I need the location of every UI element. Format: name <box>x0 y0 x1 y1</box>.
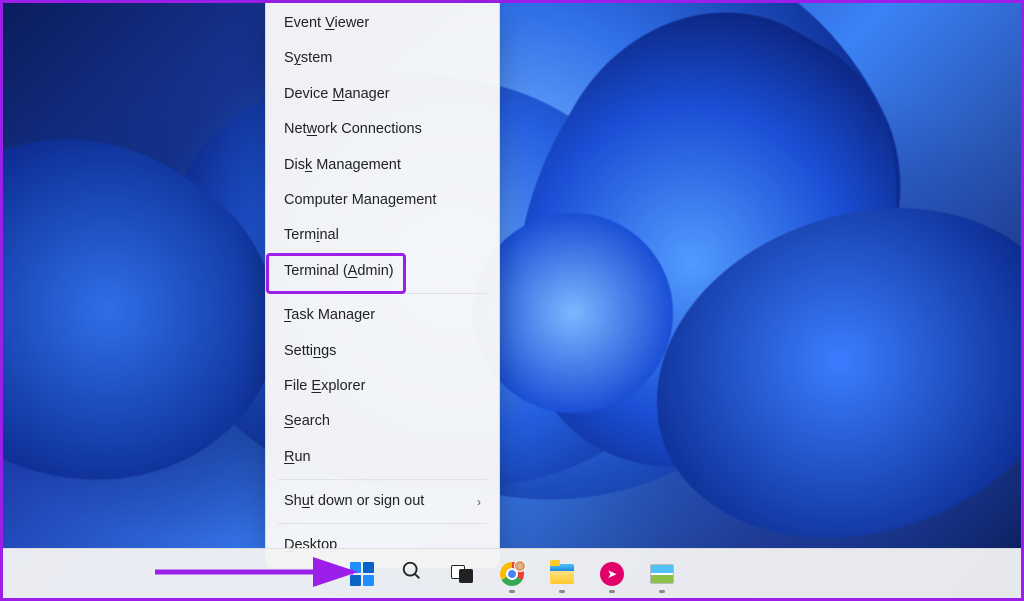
taskbar <box>3 548 1021 598</box>
app-icon <box>650 564 674 584</box>
menu-item-file-explorer[interactable]: File Explorer <box>270 369 495 404</box>
windows-logo-icon <box>350 562 374 586</box>
menu-item-network-connections[interactable]: Network Connections <box>270 112 495 147</box>
menu-item-label: Settings <box>284 343 336 360</box>
menu-item-label: Run <box>284 449 311 466</box>
menu-item-label: Search <box>284 413 330 430</box>
menu-item-label: File Explorer <box>284 378 365 395</box>
menu-item-label: Computer Management <box>284 192 436 209</box>
running-indicator <box>559 590 565 593</box>
menu-item-label: Event Viewer <box>284 15 369 32</box>
menu-item-terminal-admin[interactable]: Terminal (Admin) <box>270 254 495 289</box>
running-indicator <box>659 590 665 593</box>
pinned-app-2[interactable] <box>641 553 683 595</box>
running-indicator <box>609 590 615 593</box>
menu-item-run[interactable]: Run <box>270 440 495 475</box>
menu-item-label: Device Manager <box>284 86 390 103</box>
task-view-icon <box>451 565 473 583</box>
menu-item-label: Terminal <box>284 227 339 244</box>
app-icon <box>600 562 624 586</box>
menu-item-device-manager[interactable]: Device Manager <box>270 77 495 112</box>
menu-item-terminal[interactable]: Terminal <box>270 218 495 253</box>
menu-item-label: Network Connections <box>284 121 422 138</box>
chrome-app[interactable] <box>491 553 533 595</box>
folder-icon <box>550 564 574 584</box>
desktop-wallpaper <box>3 3 1021 598</box>
menu-item-label: Shut down or sign out <box>284 493 424 510</box>
start-button[interactable] <box>341 553 383 595</box>
menu-item-label: Disk Management <box>284 157 401 174</box>
running-indicator <box>509 590 515 593</box>
chevron-right-icon: › <box>477 495 481 509</box>
menu-item-label: System <box>284 50 332 67</box>
menu-separator <box>278 479 487 480</box>
menu-item-shut-down[interactable]: Shut down or sign out › <box>270 484 495 519</box>
menu-item-computer-management[interactable]: Computer Management <box>270 183 495 218</box>
file-explorer-app[interactable] <box>541 553 583 595</box>
chrome-icon <box>500 562 524 586</box>
menu-item-search[interactable]: Search <box>270 404 495 439</box>
menu-item-label: Task Manager <box>284 307 375 324</box>
menu-separator <box>278 293 487 294</box>
search-button[interactable] <box>391 553 433 595</box>
menu-item-settings[interactable]: Settings <box>270 334 495 369</box>
menu-item-disk-management[interactable]: Disk Management <box>270 148 495 183</box>
menu-item-label: Terminal (Admin) <box>284 263 394 280</box>
winx-context-menu: Event Viewer System Device Manager Network … <box>265 3 500 568</box>
menu-item-task-manager[interactable]: Task Manager <box>270 298 495 333</box>
menu-item-event-viewer[interactable]: Event Viewer <box>270 6 495 41</box>
pinned-app-1[interactable] <box>591 553 633 595</box>
menu-item-system[interactable]: System <box>270 41 495 76</box>
search-icon <box>401 560 423 587</box>
task-view-button[interactable] <box>441 553 483 595</box>
menu-separator <box>278 523 487 524</box>
